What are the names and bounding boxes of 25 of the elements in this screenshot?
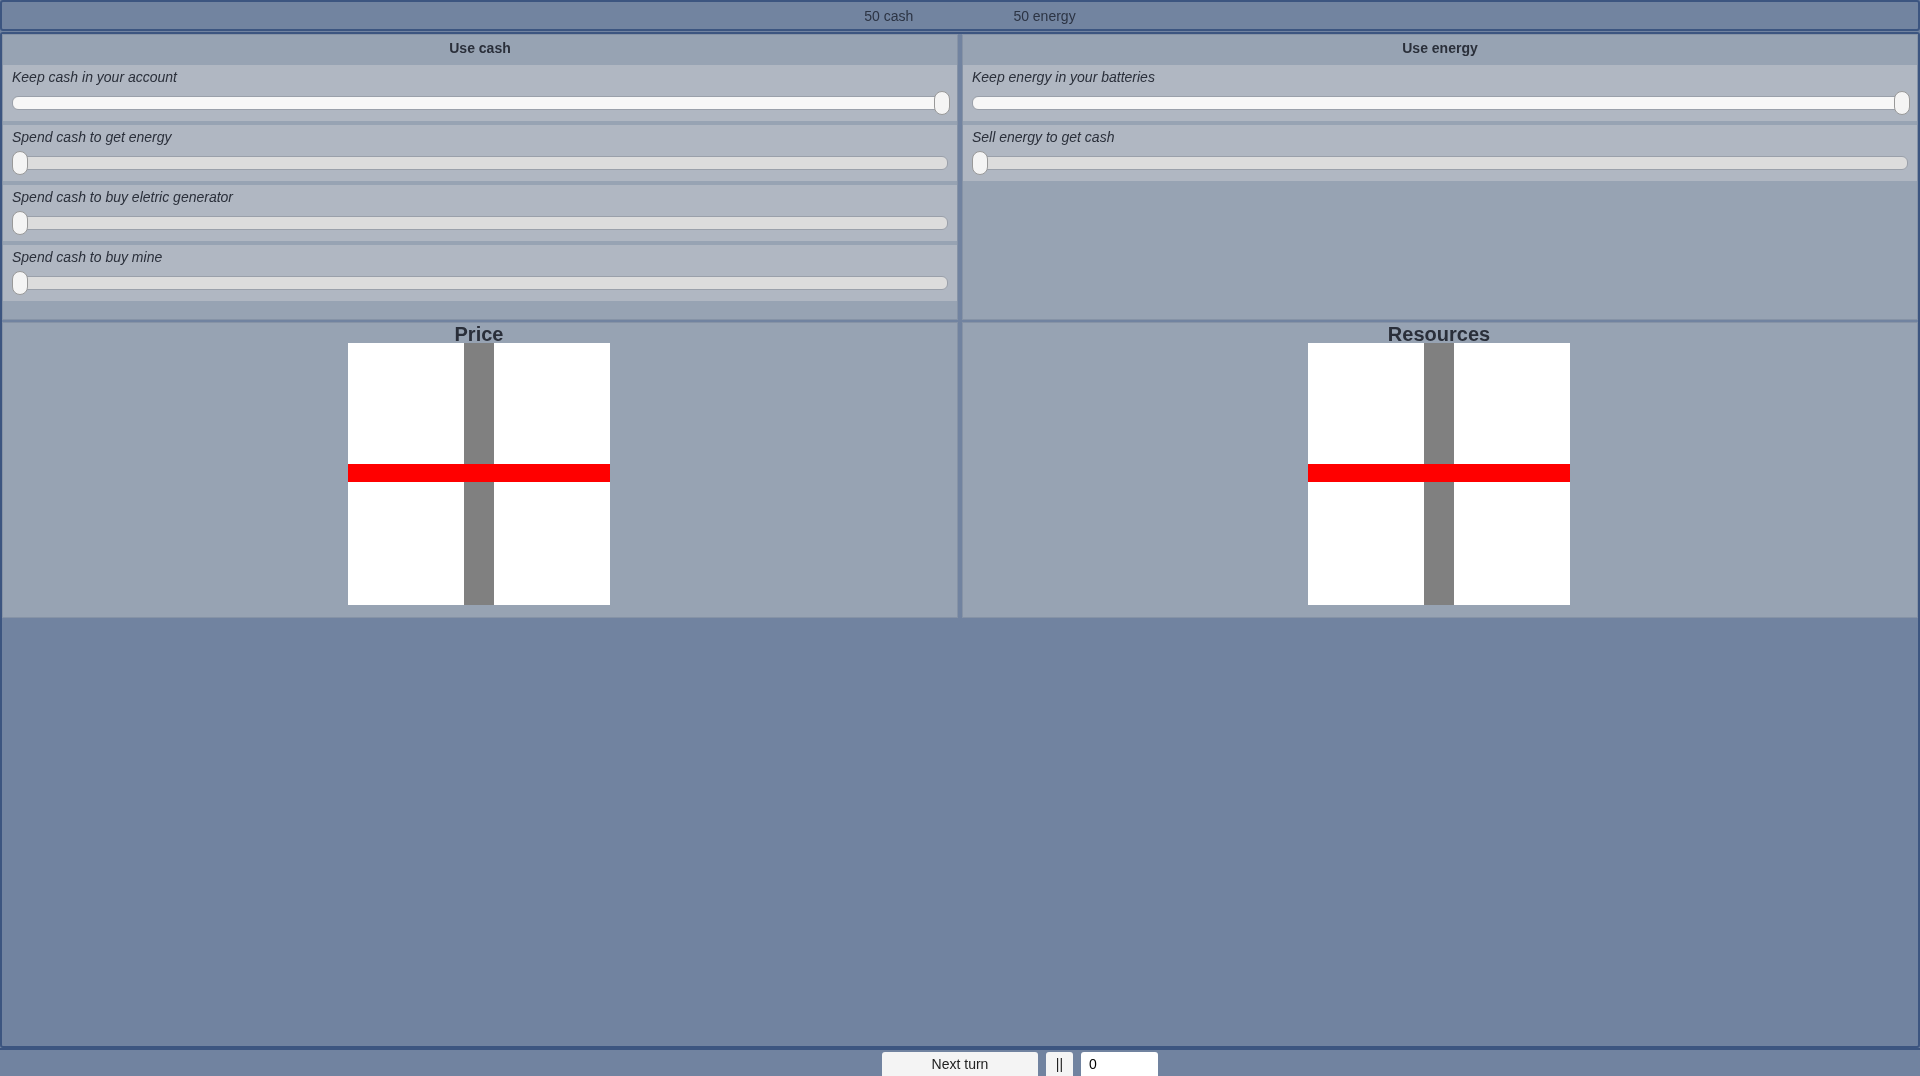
- slider[interactable]: [12, 91, 948, 115]
- chart-title: Price: [454, 323, 504, 346]
- slider-thumb[interactable]: [972, 151, 988, 175]
- pause-button[interactable]: ||: [1046, 1052, 1073, 1076]
- slider-label: Spend cash to buy eletric generator: [12, 189, 235, 205]
- slider-thumb[interactable]: [1894, 91, 1910, 115]
- slider-thumb[interactable]: [934, 91, 950, 115]
- next-turn-button[interactable]: Next turn: [882, 1052, 1038, 1076]
- slider-label: Sell energy to get cash: [972, 129, 1116, 145]
- slider-label: Keep cash in your account: [12, 69, 179, 85]
- slider-label: Spend cash to get energy: [12, 129, 173, 145]
- slider-thumb[interactable]: [12, 151, 28, 175]
- slider[interactable]: [12, 271, 948, 295]
- chart-title: Resources: [1387, 323, 1491, 346]
- slider[interactable]: [12, 151, 948, 175]
- turn-field[interactable]: 0: [1081, 1052, 1158, 1076]
- energy-amount: 50 energy: [1013, 7, 1076, 24]
- slider-label: Spend cash to buy mine: [12, 249, 164, 265]
- slider-thumb[interactable]: [12, 211, 28, 235]
- slider[interactable]: [972, 151, 1908, 175]
- cash-amount: 50 cash: [864, 7, 914, 24]
- slider-thumb[interactable]: [12, 271, 28, 295]
- slider-label: Keep energy in your batteries: [972, 69, 1156, 85]
- slider[interactable]: [12, 211, 948, 235]
- slider[interactable]: [972, 91, 1908, 115]
